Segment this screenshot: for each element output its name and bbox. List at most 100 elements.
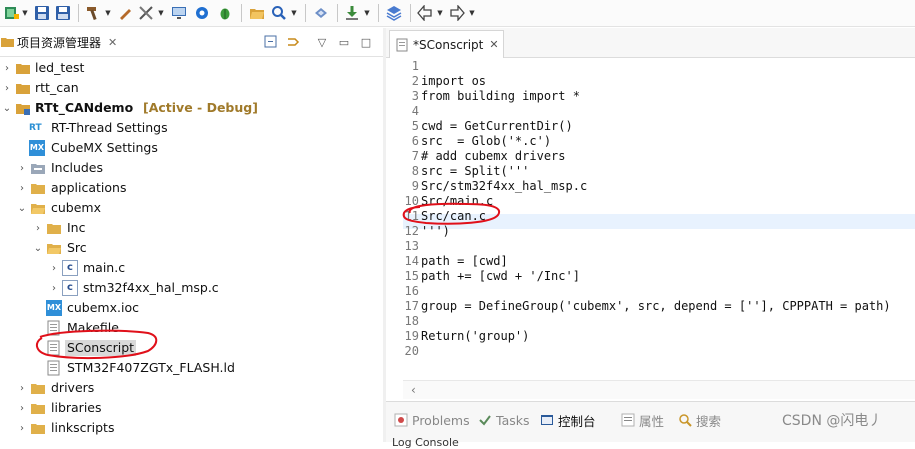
tab-problems[interactable]: Problems — [394, 411, 470, 429]
tree-item-label: linkscripts — [51, 420, 115, 435]
new-icon[interactable] — [2, 2, 20, 24]
chevron-right-icon[interactable]: › — [17, 158, 27, 178]
toolbar-separator — [305, 4, 306, 22]
link-editor-icon[interactable] — [284, 33, 302, 51]
open-folder-icon[interactable] — [246, 2, 268, 24]
line-number: 10 — [404, 194, 419, 208]
chevron-right-icon[interactable]: › — [49, 278, 59, 298]
chevron-right-icon[interactable]: › — [49, 258, 59, 278]
code-editor[interactable]: 1 2 import os 3 from building import * 4 5 cwd … — [403, 58, 915, 380]
close-icon[interactable]: ✕ — [108, 36, 117, 49]
tab-console[interactable]: 控制台 — [540, 411, 596, 429]
chevron-right-icon[interactable]: › — [2, 78, 12, 98]
console-title: Log Console — [392, 436, 459, 449]
collapse-all-icon[interactable] — [262, 33, 280, 51]
project-folder-icon — [15, 60, 31, 76]
tools-icon[interactable] — [136, 2, 156, 24]
code-line[interactable]: Src/stm32f4xx_hal_msp.c — [421, 179, 587, 194]
forward-arrow-icon[interactable] — [447, 2, 467, 24]
debug-bug-icon[interactable] — [214, 2, 236, 24]
cubemx-icon: MX — [29, 140, 45, 156]
cubemx-icon: MX — [46, 300, 62, 316]
view-menu-icon[interactable]: ▽ — [313, 33, 331, 51]
line-number: 15 — [404, 269, 419, 283]
problems-icon — [394, 413, 408, 427]
code-line[interactable]: # add cubemx drivers — [421, 149, 566, 164]
code-line[interactable]: Src/can.c — [421, 209, 486, 224]
monitor-icon[interactable] — [168, 2, 190, 24]
chevron-down-icon[interactable]: ▼ — [436, 2, 444, 24]
chevron-right-icon[interactable]: › — [17, 378, 27, 398]
code-line[interactable]: Return('group') — [421, 329, 529, 344]
search-icon[interactable] — [269, 2, 289, 24]
tab-properties[interactable]: 属性 — [621, 411, 664, 429]
toolbar-separator — [78, 4, 79, 22]
project-explorer-tab[interactable]: 项目资源管理器 ✕ ▽ ▭ □ — [0, 28, 383, 57]
code-line[interactable]: path = [cwd] — [421, 254, 508, 269]
editor-tab-sconscript[interactable]: *SConscript ✕ — [389, 30, 504, 58]
horizontal-scrollbar[interactable]: ‹ — [403, 380, 915, 399]
properties-icon — [621, 413, 635, 427]
chevron-down-icon[interactable]: ▼ — [21, 2, 29, 24]
gear-icon[interactable] — [191, 2, 213, 24]
tab-label: 搜索 — [696, 413, 722, 429]
line-number: 4 — [411, 104, 419, 118]
minimize-icon[interactable]: ▭ — [335, 33, 353, 51]
text-file-icon — [46, 360, 62, 376]
chevron-down-icon[interactable]: ▼ — [290, 2, 298, 24]
chevron-right-icon[interactable]: › — [17, 398, 27, 418]
code-line[interactable]: src = Glob('*.c') — [421, 134, 551, 149]
code-line[interactable]: Src/main.c — [421, 194, 493, 209]
rt-thread-icon: RT — [29, 123, 42, 133]
tab-tasks[interactable]: Tasks — [478, 411, 530, 429]
project-explorer-title: 项目资源管理器 — [17, 35, 102, 50]
download-icon[interactable] — [342, 2, 362, 24]
close-icon[interactable]: ✕ — [489, 38, 498, 51]
code-line[interactable]: from building import * — [421, 89, 580, 104]
folder-icon — [46, 220, 62, 236]
tab-label: 控制台 — [558, 413, 596, 429]
tree-item-label: cubemx — [51, 200, 101, 215]
wrench-icon[interactable] — [115, 2, 135, 24]
chevron-down-icon[interactable]: ▼ — [468, 2, 476, 24]
maximize-icon[interactable]: □ — [357, 33, 375, 51]
main-toolbar: ▼ ▼ ▼ ▼ ▼ ▼ ▼ — [0, 0, 915, 27]
toolbar-separator — [337, 4, 338, 22]
editor-tab-bar: *SConscript ✕ — [386, 28, 915, 58]
code-line[interactable]: ''') — [421, 224, 450, 239]
chevron-right-icon[interactable]: › — [17, 178, 27, 198]
save-all-icon[interactable] — [53, 2, 73, 24]
chevron-down-icon[interactable]: ⌄ — [2, 98, 12, 118]
line-number: 13 — [404, 239, 419, 253]
tree-item-label: drivers — [51, 380, 95, 395]
folder-icon — [30, 420, 46, 436]
tree-item-label: led_test — [35, 60, 85, 75]
project-explorer-panel: 项目资源管理器 ✕ ▽ ▭ □ › led_test › rtt_can ⌄ R… — [0, 28, 383, 442]
chevron-right-icon[interactable]: › — [33, 218, 43, 238]
save-icon[interactable] — [32, 2, 52, 24]
code-line[interactable]: src = Split(''' — [421, 164, 529, 179]
line-number: 2 — [411, 74, 419, 88]
back-arrow-icon[interactable] — [415, 2, 435, 24]
build-hammer-icon[interactable] — [83, 2, 103, 24]
chevron-right-icon[interactable]: › — [17, 418, 27, 438]
code-line[interactable]: cwd = GetCurrentDir() — [421, 119, 573, 134]
code-line[interactable]: path += [cwd + '/Inc'] — [421, 269, 580, 284]
code-line[interactable]: import os — [421, 74, 486, 89]
code-line[interactable]: group = DefineGroup('cubemx', src, depen… — [421, 299, 891, 314]
chevron-down-icon[interactable]: ▼ — [104, 2, 112, 24]
chevron-down-icon[interactable]: ⌄ — [17, 198, 27, 218]
chevron-down-icon[interactable]: ▼ — [363, 2, 371, 24]
chevron-right-icon[interactable]: › — [2, 58, 12, 78]
tab-label: 属性 — [639, 413, 665, 429]
tree-item-label: rtt_can — [35, 80, 79, 95]
chevron-down-icon[interactable]: ⌄ — [33, 238, 43, 258]
scroll-left-icon[interactable]: ‹ — [411, 383, 416, 397]
layers-icon[interactable] — [383, 2, 405, 24]
tab-search[interactable]: 搜索 — [678, 411, 721, 429]
tree-item-label: RT-Thread Settings — [51, 120, 168, 135]
chevron-down-icon[interactable]: ▼ — [157, 2, 165, 24]
tree-item-label: Inc — [67, 220, 86, 235]
line-number: 17 — [404, 299, 419, 313]
package-icon[interactable] — [310, 2, 332, 24]
